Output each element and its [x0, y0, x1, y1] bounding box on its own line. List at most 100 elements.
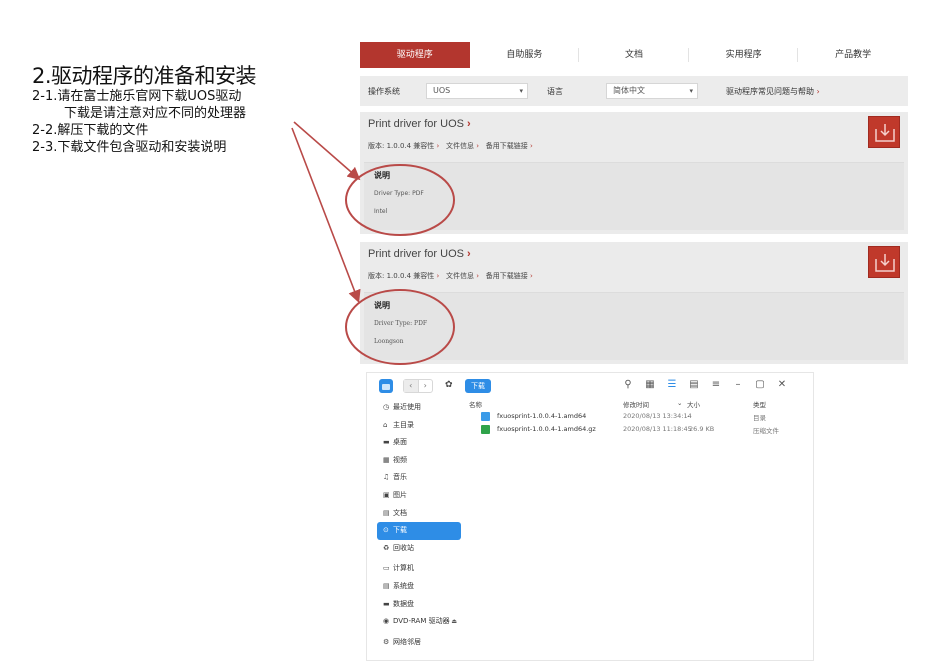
- list-view-icon[interactable]: ☰: [661, 378, 683, 392]
- tab-documents[interactable]: 文档: [579, 42, 689, 68]
- tab-tutorials[interactable]: 产品教学: [798, 42, 908, 68]
- sidebar-label: 系统盘: [393, 581, 414, 590]
- tab-self-service[interactable]: 自助服务: [470, 42, 580, 68]
- music-icon: ♫: [383, 473, 390, 482]
- column-modified[interactable]: 修改时间: [623, 399, 649, 409]
- sidebar-label: 数据盘: [393, 599, 414, 608]
- driver-version-compat[interactable]: 版本: 1.0.0.4 兼容性: [368, 142, 434, 150]
- disk-icon: ▬: [383, 599, 390, 608]
- sidebar-item-dvd[interactable]: ◉ DVD-RAM 驱动器 ⏏: [377, 613, 461, 631]
- tab-utilities[interactable]: 实用程序: [689, 42, 799, 68]
- preview-icon[interactable]: ▤: [683, 378, 705, 392]
- driver-description: 说明 Driver Type: PDF Intel: [364, 162, 904, 230]
- sidebar-item-computer[interactable]: ▭ 计算机: [377, 560, 461, 578]
- sidebar-item-pictures[interactable]: ▣ 图片: [377, 487, 461, 505]
- sort-chevron-icon[interactable]: ⌄: [677, 399, 682, 407]
- chevron-down-icon: ▾: [519, 87, 523, 95]
- maximize-icon[interactable]: ▢: [749, 378, 771, 392]
- eject-icon[interactable]: ⏏: [451, 613, 457, 631]
- driver-meta: 版本: 1.0.0.4 兼容性 › 文件信息 › 备用下载链接 ›: [368, 141, 533, 151]
- tab-bar: 驱动程序 自助服务 文档 实用程序 产品教学: [360, 42, 908, 68]
- sidebar-item-recent[interactable]: ◷ 最近使用: [377, 399, 461, 417]
- nav-buttons: ‹ ›: [403, 379, 433, 393]
- driver-processor: Intel: [374, 208, 388, 215]
- driver-card-intel: Print driver for UOS › 版本: 1.0.0.4 兼容性 ›…: [360, 112, 908, 234]
- forward-arrow-icon[interactable]: ›: [419, 380, 433, 392]
- sidebar-item-videos[interactable]: ▦ 视频: [377, 452, 461, 470]
- backup-download-link[interactable]: 备用下载链接: [486, 272, 528, 280]
- sidebar-label: 最近使用: [393, 403, 421, 411]
- sidebar-item-system-disk[interactable]: ▤ 系统盘: [377, 578, 461, 596]
- image-icon: ▣: [383, 490, 390, 499]
- driver-title-link[interactable]: Print driver for UOS ›: [368, 248, 471, 260]
- chevron-right-icon: ›: [436, 142, 440, 150]
- driver-download-page: 驱动程序 自助服务 文档 实用程序 产品教学 操作系统 UOS ▾ 语言 简体中…: [360, 42, 908, 364]
- column-type[interactable]: 类型: [753, 399, 766, 409]
- disk-icon: ▤: [383, 581, 390, 590]
- driver-card-loongson: Print driver for UOS › 版本: 1.0.0.4 兼容性 ›…: [360, 242, 908, 364]
- driver-type: Driver Type: PDF: [374, 190, 424, 197]
- filter-bar: 操作系统 UOS ▾ 语言 简体中文 ▾ 驱动程序常见问题与帮助 ›: [360, 76, 908, 106]
- sidebar-item-data-disk[interactable]: ▬ 数据盘: [377, 596, 461, 614]
- chevron-right-icon: ›: [530, 272, 533, 280]
- sidebar-item-downloads[interactable]: ⊙ 下载: [377, 522, 461, 540]
- menu-icon[interactable]: ≡: [705, 378, 727, 392]
- sidebar-item-home[interactable]: ⌂ 主目录: [377, 417, 461, 435]
- chevron-right-icon: ›: [467, 248, 471, 260]
- file-info-link[interactable]: 文件信息: [446, 142, 474, 150]
- view-tools: ⚲ ▦ ☰ ▤ ≡ – ▢ ✕: [617, 378, 793, 392]
- file-info-link[interactable]: 文件信息: [446, 272, 474, 280]
- close-icon[interactable]: ✕: [771, 378, 793, 392]
- settings-icon[interactable]: ✿: [445, 380, 453, 390]
- back-arrow-icon[interactable]: ‹: [404, 380, 419, 392]
- breadcrumb-current[interactable]: 下载: [465, 379, 491, 393]
- chevron-right-icon: ›: [476, 272, 480, 280]
- file-size: -: [687, 412, 690, 420]
- file-manager-toolbar: ‹ › ✿ 下载 ⚲ ▦ ☰ ▤ ≡ – ▢ ✕: [367, 373, 815, 399]
- sidebar-item-network[interactable]: ⚙ 网络邻居: [377, 634, 461, 652]
- sidebar-item-music[interactable]: ♫ 音乐: [377, 469, 461, 487]
- driver-version-compat[interactable]: 版本: 1.0.0.4 兼容性: [368, 272, 434, 280]
- driver-description: 说明 Driver Type: PDF Loongson: [364, 292, 904, 360]
- help-link[interactable]: 驱动程序常见问题与帮助 ›: [726, 86, 820, 97]
- file-manager-app-icon: [379, 379, 393, 393]
- archive-icon: [481, 425, 490, 434]
- optical-disc-icon: ◉: [383, 617, 390, 626]
- file-list-header: 名称 修改时间 ⌄ 大小 类型: [467, 399, 811, 411]
- instructions: 2.驱动程序的准备和安装 2-1.请在富士施乐官网下载UOS驱动 下载是请注意对…: [32, 64, 257, 156]
- driver-title-link[interactable]: Print driver for UOS ›: [368, 118, 471, 130]
- language-select[interactable]: 简体中文 ▾: [606, 83, 698, 99]
- instructions-title: 2.驱动程序的准备和安装: [32, 64, 257, 88]
- file-row[interactable]: fxuosprint-1.0.0.4-1.amd64.gz 2020/08/13…: [467, 424, 811, 437]
- folder-icon: [481, 412, 490, 421]
- icon-view-icon[interactable]: ▦: [639, 378, 661, 392]
- instruction-step-1-note: 下载是请注意对应不同的处理器: [64, 106, 247, 121]
- network-icon: ⚙: [383, 637, 390, 646]
- sidebar-label: 桌面: [393, 438, 407, 447]
- search-icon[interactable]: ⚲: [617, 378, 639, 392]
- download-button[interactable]: [868, 116, 900, 148]
- driver-title: Print driver for UOS: [368, 118, 464, 130]
- backup-download-link[interactable]: 备用下载链接: [486, 142, 528, 150]
- sidebar-label: 回收站: [393, 543, 414, 552]
- clock-icon: ◷: [383, 403, 390, 411]
- file-list: 名称 修改时间 ⌄ 大小 类型 fxuosprint-1.0.0.4-1.amd…: [467, 399, 811, 437]
- driver-meta: 版本: 1.0.0.4 兼容性 › 文件信息 › 备用下载链接 ›: [368, 271, 533, 281]
- sidebar-item-desktop[interactable]: ▬ 桌面: [377, 434, 461, 452]
- chevron-right-icon: ›: [476, 142, 480, 150]
- column-name[interactable]: 名称: [469, 399, 482, 409]
- annotation-arrow: [291, 127, 361, 303]
- tab-drivers[interactable]: 驱动程序: [360, 42, 470, 68]
- download-button[interactable]: [868, 246, 900, 278]
- trash-icon: ♻: [383, 543, 390, 552]
- sidebar-item-trash[interactable]: ♻ 回收站: [377, 540, 461, 558]
- sidebar-item-documents[interactable]: ▤ 文档: [377, 505, 461, 523]
- column-size[interactable]: 大小: [687, 399, 700, 409]
- os-select[interactable]: UOS ▾: [426, 83, 528, 99]
- instruction-step-2: 2-2.解压下载的文件: [32, 123, 149, 138]
- minimize-icon[interactable]: –: [727, 378, 749, 392]
- chevron-right-icon: ›: [530, 142, 533, 150]
- language-label: 语言: [547, 87, 563, 96]
- file-row[interactable]: fxuosprint-1.0.0.4-1.amd64 2020/08/13 13…: [467, 411, 811, 424]
- home-icon: ⌂: [383, 420, 388, 429]
